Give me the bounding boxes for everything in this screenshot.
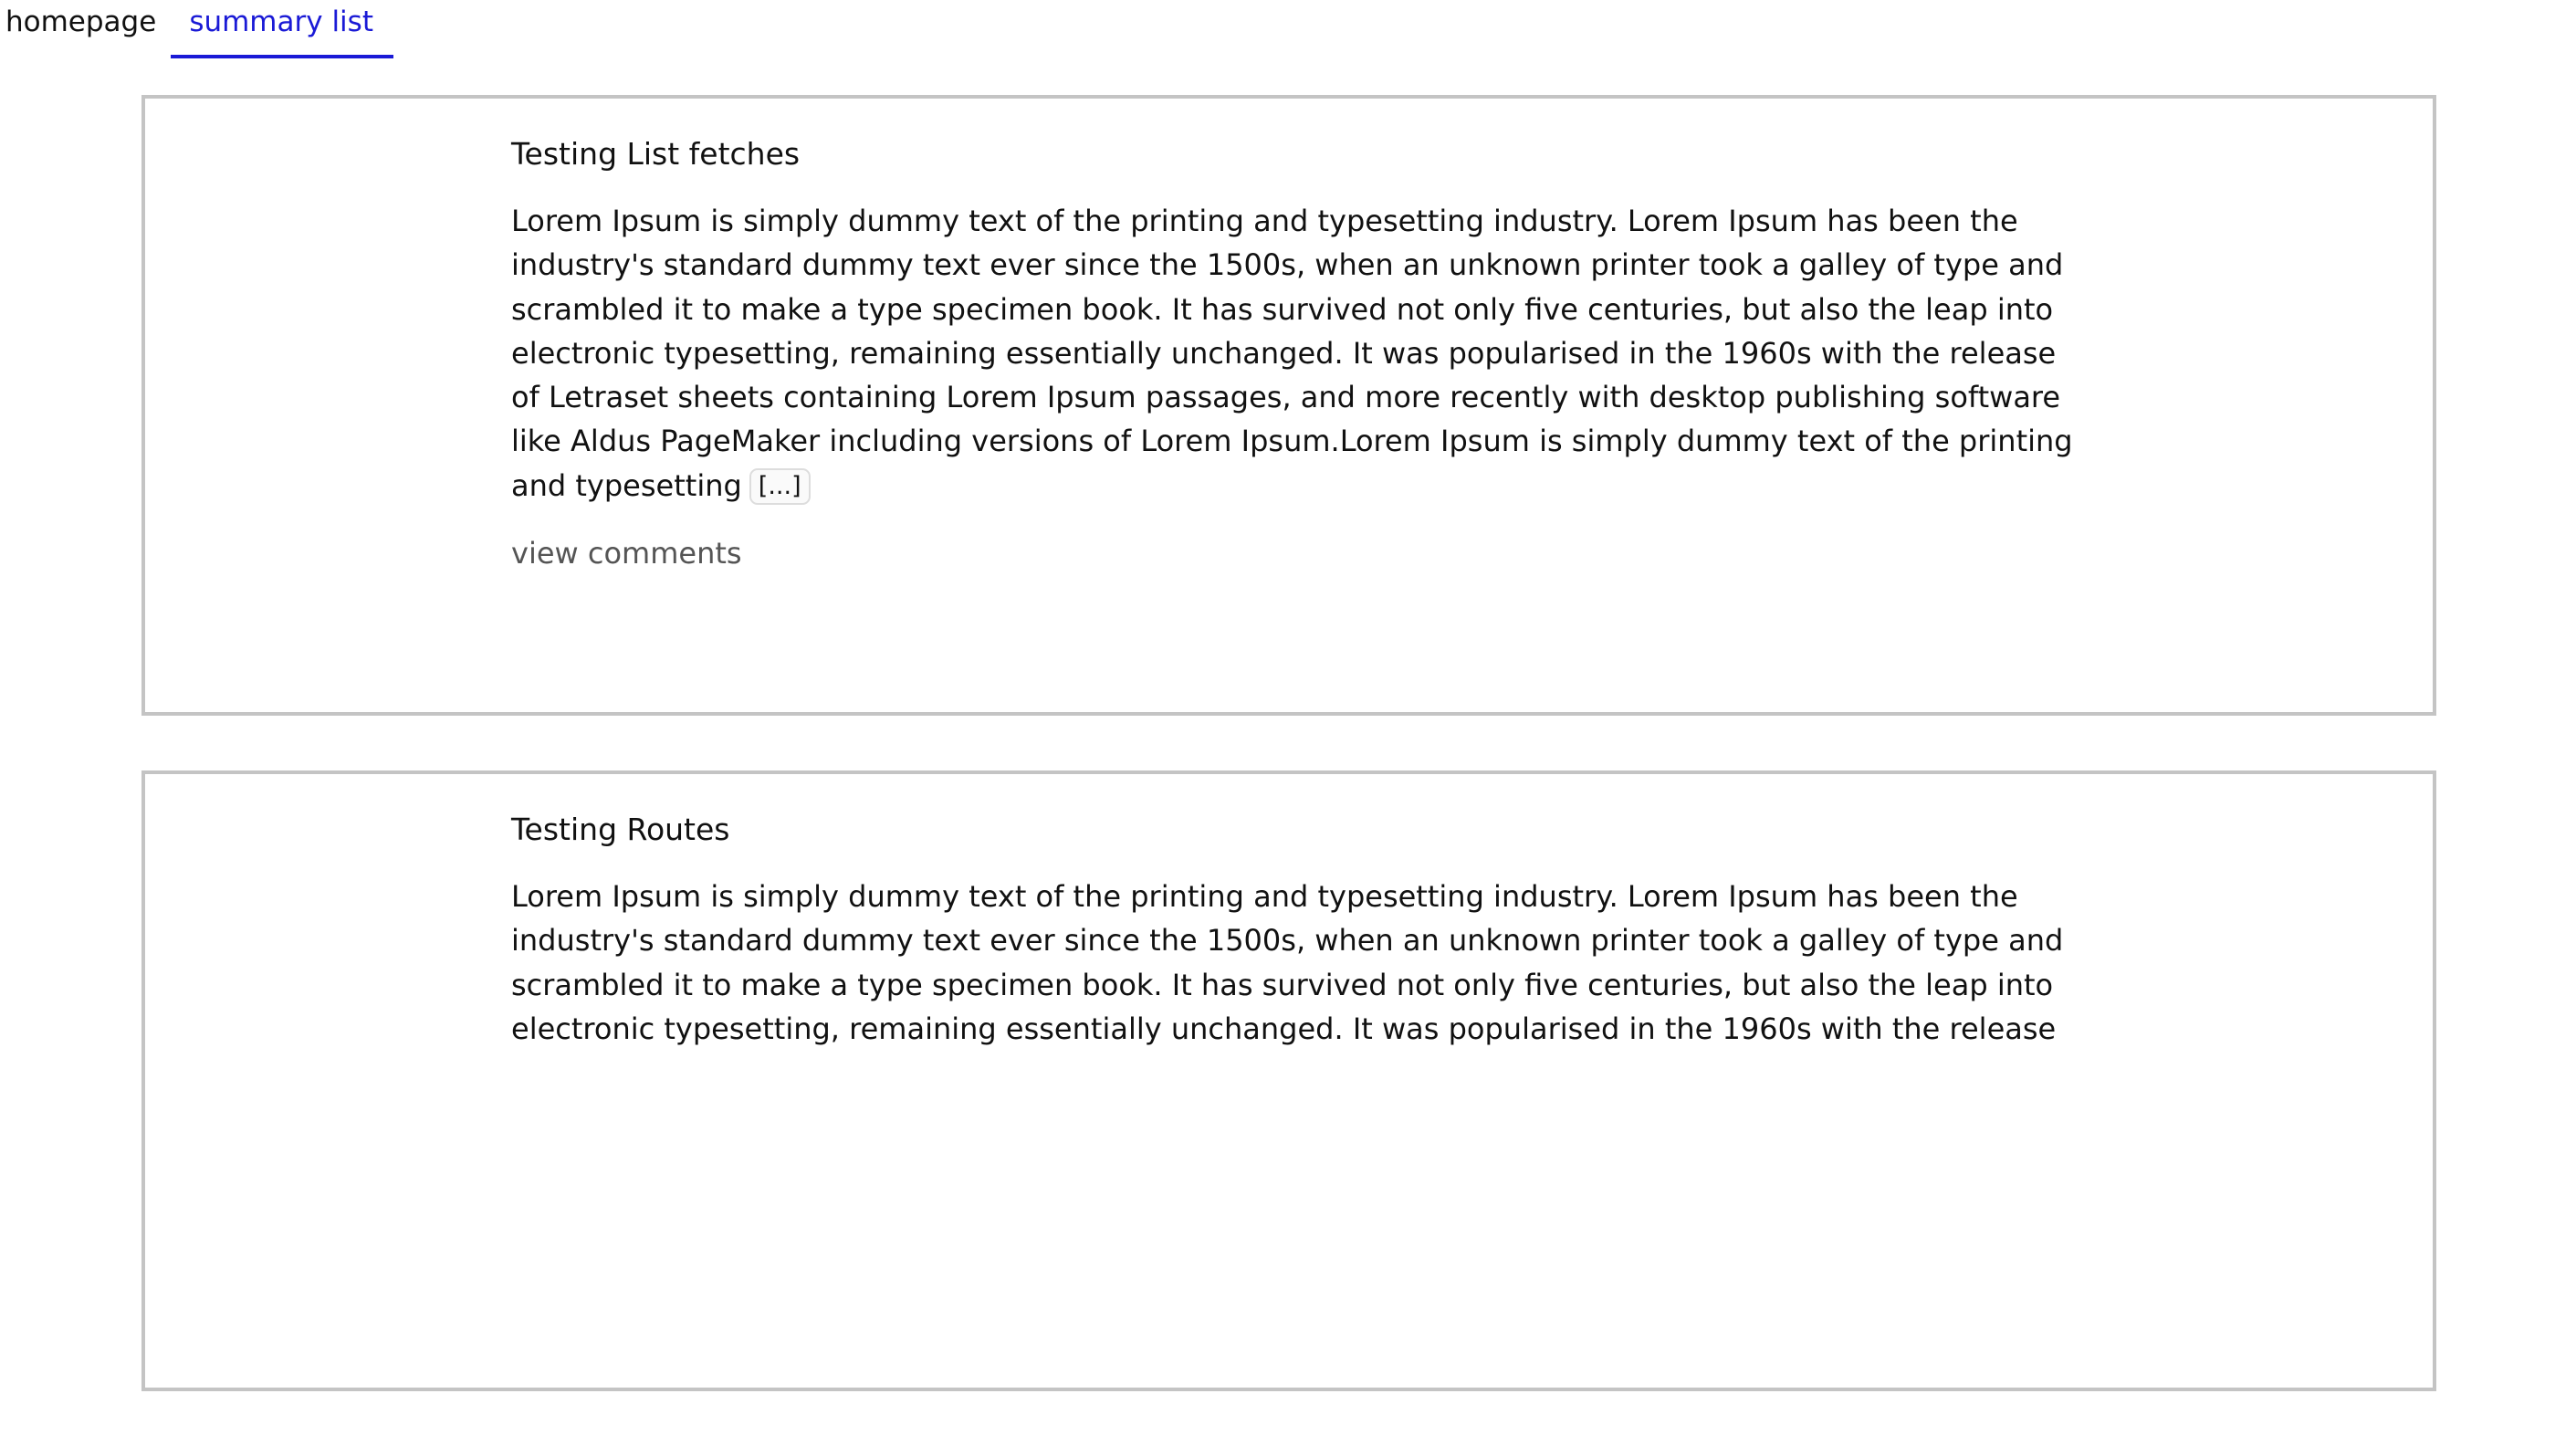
post-content: Testing Routes Lorem Ipsum is simply dum… (511, 807, 2081, 1051)
post-content: Testing List fetches Lorem Ipsum is simp… (511, 131, 2081, 575)
view-comments-link[interactable]: view comments (511, 531, 742, 575)
post-summary: Lorem Ipsum is simply dummy text of the … (511, 199, 2081, 508)
post-card: Testing Routes Lorem Ipsum is simply dum… (141, 770, 2436, 1391)
post-summary: Lorem Ipsum is simply dummy text of the … (511, 875, 2081, 1051)
summary-list: Testing List fetches Lorem Ipsum is simp… (141, 95, 2436, 1446)
post-title: Testing List fetches (511, 136, 801, 172)
top-nav: homepage summary list (0, 0, 393, 62)
post-title: Testing Routes (511, 812, 730, 847)
expand-summary-button[interactable]: [...] (749, 467, 811, 505)
nav-link-homepage[interactable]: homepage (0, 0, 163, 58)
nav-link-summary-list[interactable]: summary list (171, 0, 393, 58)
post-summary-text: Lorem Ipsum is simply dummy text of the … (511, 204, 2073, 503)
post-card: Testing List fetches Lorem Ipsum is simp… (141, 95, 2436, 716)
post-summary-text: Lorem Ipsum is simply dummy text of the … (511, 879, 2064, 1046)
